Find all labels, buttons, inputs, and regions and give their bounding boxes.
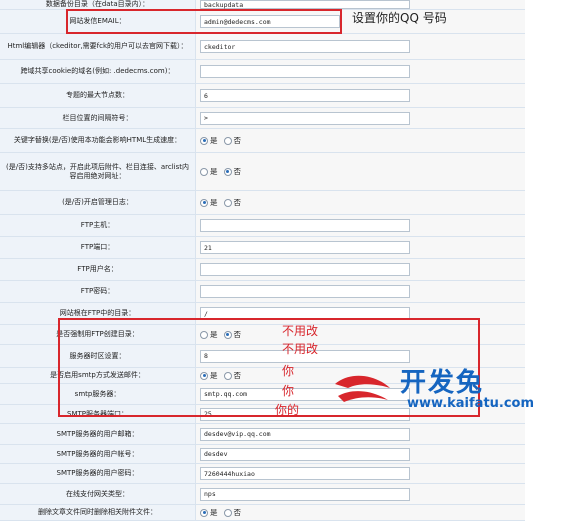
- watermark: 开发兔 www.kaifatu.com: [300, 362, 561, 422]
- pay-gateway-input[interactable]: nps: [200, 487, 410, 501]
- setting-row-max-nodes: 专题的最大节点数： 6: [0, 84, 525, 108]
- radio-yes[interactable]: 是: [200, 166, 218, 177]
- radio-button-icon[interactable]: [200, 136, 208, 145]
- radio-no[interactable]: 否: [223, 135, 241, 146]
- ftp-user-input[interactable]: [200, 263, 410, 276]
- radio-button-icon[interactable]: [223, 136, 232, 145]
- setting-row-ftp-port: FTP端口： 21: [0, 237, 525, 259]
- cookie-domain-input[interactable]: [200, 65, 410, 78]
- setting-row-separator: 栏目位置的间隔符号： >: [0, 108, 525, 129]
- setting-label: FTP用户名：: [0, 259, 196, 280]
- setting-label: (是/否)支持多站点，开启此项后附件、栏目连接、arclist内容启用绝对网址：: [0, 153, 196, 190]
- radio-button-icon[interactable]: [200, 167, 208, 176]
- ftp-password-input[interactable]: [200, 285, 410, 298]
- setting-label: 跨域共享cookie的域名(例如: .dedecms.com)：: [0, 60, 196, 83]
- email-annotation: 设置你的QQ 号码: [352, 11, 447, 25]
- radio-yes[interactable]: 是: [200, 135, 218, 146]
- setting-row-smtp-password: SMTP服务器的用户密码： 7260444huxiao: [0, 464, 525, 484]
- editor-input[interactable]: ckeditor: [200, 40, 410, 53]
- setting-row-ftp-password: FTP密码：: [0, 281, 525, 303]
- no-change-annotation: 不用改: [282, 342, 319, 356]
- setting-label: 专题的最大节点数：: [0, 84, 196, 107]
- setting-row-ftp-user: FTP用户名：: [0, 259, 525, 281]
- setting-label: (是/否)开启管理日志：: [0, 191, 196, 214]
- no-change-annotation: 不用改: [282, 324, 319, 338]
- setting-label: 关键字替换(是/否)使用本功能会影响HTML生成速度：: [0, 129, 196, 152]
- setting-row-delete-attachments: 删除文章文件同时删除相关附件文件： 是 否: [0, 505, 525, 521]
- setting-row-smtp-email: SMTP服务器的用户邮箱： desdev@vip.qq.com: [0, 424, 525, 445]
- smtp-email-input[interactable]: desdev@vip.qq.com: [200, 427, 410, 441]
- setting-row-ftp-host: FTP主机：: [0, 215, 525, 237]
- rabbit-logo-icon: [335, 375, 390, 402]
- radio-no[interactable]: 否: [223, 197, 241, 208]
- setting-label: 删除文章文件同时删除相关附件文件：: [0, 505, 196, 520]
- radio-button-icon[interactable]: [200, 508, 208, 517]
- watermark-url: www.kaifatu.com: [407, 396, 535, 411]
- setting-row-admin-log: (是/否)开启管理日志： 是 否: [0, 191, 525, 215]
- setting-label: SMTP服务器的用户密码：: [0, 464, 196, 483]
- setting-label: FTP密码：: [0, 281, 196, 302]
- yours-annotation: 你: [282, 384, 295, 398]
- settings-table: 数据备份目录（在data目录内）： backupdata 网站发信EMAIL： …: [0, 0, 525, 521]
- setting-row-smtp-account: SMTP服务器的用户帐号： desdev: [0, 445, 525, 464]
- separator-input[interactable]: >: [200, 111, 410, 125]
- setting-label: 数据备份目录（在data目录内）：: [0, 0, 196, 9]
- ftp-port-input[interactable]: 21: [200, 241, 410, 254]
- setting-row-cookie-domain: 跨域共享cookie的域名(例如: .dedecms.com)：: [0, 60, 525, 84]
- setting-label: 栏目位置的间隔符号：: [0, 108, 196, 128]
- setting-row-multisite: (是/否)支持多站点，开启此项后附件、栏目连接、arclist内容启用绝对网址：…: [0, 153, 525, 191]
- setting-label: FTP主机：: [0, 215, 196, 236]
- smtp-account-input[interactable]: desdev: [200, 447, 410, 461]
- max-nodes-input[interactable]: 6: [200, 89, 410, 102]
- setting-label: 在线支付网关类型：: [0, 484, 196, 504]
- setting-label: FTP端口：: [0, 237, 196, 258]
- setting-row-pay-gateway: 在线支付网关类型： nps: [0, 484, 525, 505]
- setting-label: SMTP服务器的用户帐号：: [0, 445, 196, 463]
- radio-yes[interactable]: 是: [200, 507, 218, 518]
- smtp-password-input[interactable]: 7260444huxiao: [200, 467, 410, 480]
- radio-button-icon[interactable]: [223, 167, 232, 176]
- radio-no[interactable]: 否: [223, 507, 241, 518]
- yours-annotation: 你的: [275, 403, 300, 417]
- setting-label: Html编辑器（ckeditor,需要fck的用户可以去官网下载）：: [0, 34, 196, 59]
- radio-button-icon[interactable]: [200, 198, 208, 207]
- radio-button-icon[interactable]: [223, 508, 232, 517]
- setting-label: SMTP服务器的用户邮箱：: [0, 424, 196, 444]
- backup-dir-input[interactable]: backupdata: [200, 0, 410, 9]
- email-highlight-box: [66, 9, 342, 34]
- setting-row-editor: Html编辑器（ckeditor,需要fck的用户可以去官网下载）： ckedi…: [0, 34, 525, 60]
- radio-button-icon[interactable]: [223, 198, 232, 207]
- radio-yes[interactable]: 是: [200, 197, 218, 208]
- radio-no[interactable]: 否: [223, 166, 241, 177]
- yours-annotation: 你: [282, 364, 295, 378]
- ftp-host-input[interactable]: [200, 219, 410, 232]
- setting-row-keyword-replace: 关键字替换(是/否)使用本功能会影响HTML生成速度： 是 否: [0, 129, 525, 153]
- watermark-brand: 开发兔: [400, 368, 485, 398]
